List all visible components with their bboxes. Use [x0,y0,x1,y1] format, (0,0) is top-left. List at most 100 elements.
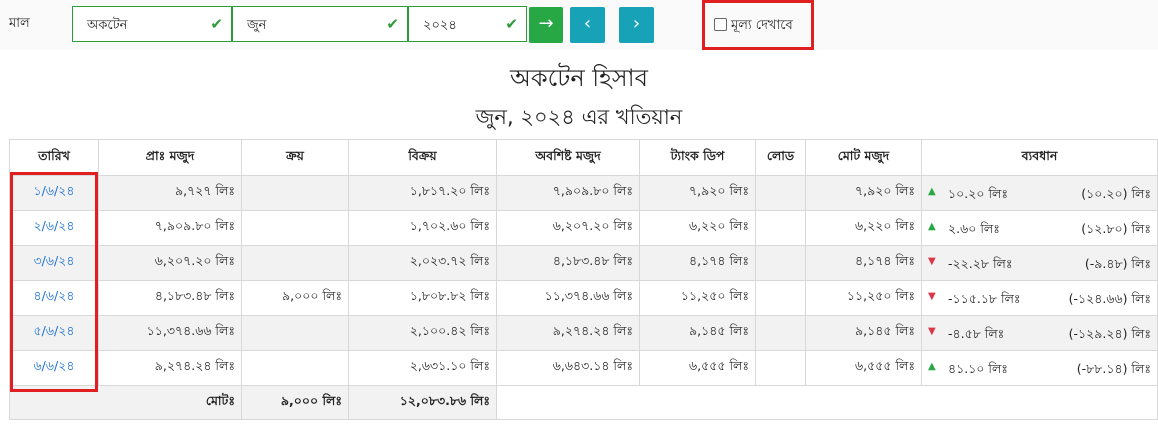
date-link[interactable]: ১/৬/২৪ [9,175,99,211]
opening-stock-cell: ৯,৭২৭ লিঃ [98,175,242,211]
table-row: ৩/৬/২৪ ৬,২০৭.২০ লিঃ ২,০২৩.৭২ লিঃ ৪,১৮৩.৪… [9,245,1158,281]
chevron-left-icon: ‹ [583,13,592,34]
column-header: মোট মজুদ [805,139,922,176]
column-header: ট্যাংক ডিপ [639,139,756,176]
product-label: মাল [9,16,30,31]
tank-dip-cell: ৪,১৭৪ লিঃ [639,245,756,281]
opening-stock-cell: ৬,২০৭.২০ লিঃ [98,245,242,281]
next-month-button[interactable]: › [619,7,654,43]
difference-cell: ▲ ৪১.১০ লিঃ (-৮৮.১৪) লিঃ [921,350,1158,386]
purchase-cell [241,245,349,281]
remaining-stock-cell: ৭,৯০৯.৮০ লিঃ [496,175,640,211]
totals-row: মোটঃ ৯,০০০ লিঃ ১২,০৮৩.৮৬ লিঃ [9,385,1158,420]
difference-cell: ▼ -২২.২৮ লিঃ (-৯.৪৮) লিঃ [921,245,1158,281]
tank-dip-cell: ৯,১৪৫ লিঃ [639,315,756,351]
difference-cell: ▲ ২.৬০ লিঃ (১২.৮০) লিঃ [921,210,1158,246]
sale-cell: ২,০২৩.৭২ লিঃ [348,245,497,281]
table-row: ৪/৬/২৪ ৪,১৮৩.৪৮ লিঃ ৯,০০০ লিঃ ১,৮০৮.৮২ ল… [9,280,1158,316]
page-subtitle: জুন, ২০২৪ এর খতিয়ান [475,105,683,129]
month-select-value: জুন [247,18,267,33]
sale-cell: ১,৮১৭.২০ লিঃ [348,175,497,211]
cumulative-difference: (-৮৮.১৪) লিঃ [1076,361,1151,376]
column-header: প্রাঃ মজুদ [98,139,242,176]
tank-dip-cell: ৬,৫৫৫ লিঃ [639,350,756,386]
total-stock-cell: ১১,২৫০ লিঃ [805,280,922,316]
table-row: ৫/৬/২৪ ১১,৩৭৪.৬৬ লিঃ ২,১০০.৪২ লিঃ ৯,২৭৪.… [9,315,1158,351]
totals-label: মোটঃ [9,385,242,420]
load-cell [755,210,806,246]
purchase-cell: ৯,০০০ লিঃ [241,280,349,316]
sale-cell: ১,৮০৮.৮২ লিঃ [348,280,497,316]
date-link[interactable]: ২/৬/২৪ [9,210,99,246]
load-cell [755,245,806,281]
check-icon: ✔ [386,15,399,33]
difference-value: -৪.৫৮ লিঃ [948,326,1005,341]
date-link[interactable]: ৩/৬/২৪ [9,245,99,281]
cumulative-difference: (১০.২০) লিঃ [1081,186,1151,201]
difference-cell: ▲ ১০.২০ লিঃ (১০.২০) লিঃ [921,175,1158,211]
check-icon: ✔ [210,15,223,33]
total-stock-cell: ৬,২২০ লিঃ [805,210,922,246]
table-row: ১/৬/২৪ ৯,৭২৭ লিঃ ১,৮১৭.২০ লিঃ ৭,৯০৯.৮০ ল… [9,175,1158,211]
show-value-label: মূল্য দেখাবে [731,18,793,33]
previous-month-button[interactable]: ‹ [570,7,605,43]
page-title: অকটেন হিসাব [510,64,648,92]
cumulative-difference: (-৯.৪৮) লিঃ [1084,256,1151,271]
ledger-table: তারিখ প্রাঃ মজুদ ক্রয় বিক্রয় অবশিষ্ট ম… [9,139,1158,420]
purchase-total: ৯,০০০ লিঃ [241,385,349,420]
product-select-value: অকটেন [87,18,128,33]
sale-total: ১২,০৮৩.৮৬ লিঃ [348,385,497,420]
chevron-right-icon: › [632,13,641,34]
total-stock-cell: ৯,১৪৫ লিঃ [805,315,922,351]
difference-value: ১০.২০ লিঃ [948,186,1008,201]
year-select[interactable]: ২০২৪ ✔ [408,6,527,42]
total-stock-cell: ৭,৯২০ লিঃ [805,175,922,211]
load-cell [755,315,806,351]
remaining-stock-cell: ৬,২০৭.২০ লিঃ [496,210,640,246]
cumulative-difference: (-১২৯.২৪) লিঃ [1068,326,1151,341]
tank-dip-cell: ৬,২২০ লিঃ [639,210,756,246]
sale-cell: ১,৭০২.৬০ লিঃ [348,210,497,246]
table-row: ৬/৬/২৪ ৯,২৭৪.২৪ লিঃ ২,৬৩১.১০ লিঃ ৬,৬৪৩.১… [9,350,1158,386]
load-cell [755,280,806,316]
date-link[interactable]: ৫/৬/২৪ [9,315,99,351]
triangle-up-icon: ▲ [928,361,936,372]
opening-stock-cell: ১১,৩৭৪.৬৬ লিঃ [98,315,242,351]
purchase-cell [241,315,349,351]
sale-cell: ২,১০০.৪২ লিঃ [348,315,497,351]
difference-value: ৪১.১০ লিঃ [948,361,1008,376]
go-button[interactable]: → [529,7,563,43]
total-stock-cell: ৪,১৭৪ লিঃ [805,245,922,281]
month-select[interactable]: জুন ✔ [232,6,408,42]
column-header: বিক্রয় [348,139,497,176]
purchase-cell [241,210,349,246]
purchase-cell [241,175,349,211]
show-value-checkbox[interactable] [714,18,727,31]
cumulative-difference: (-১২৪.৬৬) লিঃ [1068,291,1151,306]
totals-blank [496,385,1158,420]
opening-stock-cell: ৭,৯০৯.৮০ লিঃ [98,210,242,246]
remaining-stock-cell: ৬,৬৪৩.১৪ লিঃ [496,350,640,386]
difference-cell: ▼ -৪.৫৮ লিঃ (-১২৯.২৪) লিঃ [921,315,1158,351]
triangle-down-icon: ▼ [928,291,936,302]
show-value-toggle[interactable]: মূল্য দেখাবে [702,0,814,50]
product-select[interactable]: অকটেন ✔ [72,6,232,42]
triangle-down-icon: ▼ [928,256,936,267]
difference-value: -২২.২৮ লিঃ [948,256,1013,271]
cumulative-difference: (১২.৮০) লিঃ [1081,221,1151,236]
difference-value: -১১৫.১৮ লিঃ [948,291,1021,306]
total-stock-cell: ৬,৫৫৫ লিঃ [805,350,922,386]
header-row: তারিখ প্রাঃ মজুদ ক্রয় বিক্রয় অবশিষ্ট ম… [9,139,1158,176]
date-link[interactable]: ৪/৬/২৪ [9,280,99,316]
purchase-cell [241,350,349,386]
table-row: ২/৬/২৪ ৭,৯০৯.৮০ লিঃ ১,৭০২.৬০ লিঃ ৬,২০৭.২… [9,210,1158,246]
column-header: ব্যবধান [921,139,1158,176]
load-cell [755,350,806,386]
check-icon: ✔ [505,15,518,33]
date-link[interactable]: ৬/৬/২৪ [9,350,99,386]
tank-dip-cell: ১১,২৫০ লিঃ [639,280,756,316]
column-header: অবশিষ্ট মজুদ [496,139,640,176]
remaining-stock-cell: ১১,৩৭৪.৬৬ লিঃ [496,280,640,316]
column-header: লোড [755,139,806,176]
triangle-up-icon: ▲ [928,186,936,197]
